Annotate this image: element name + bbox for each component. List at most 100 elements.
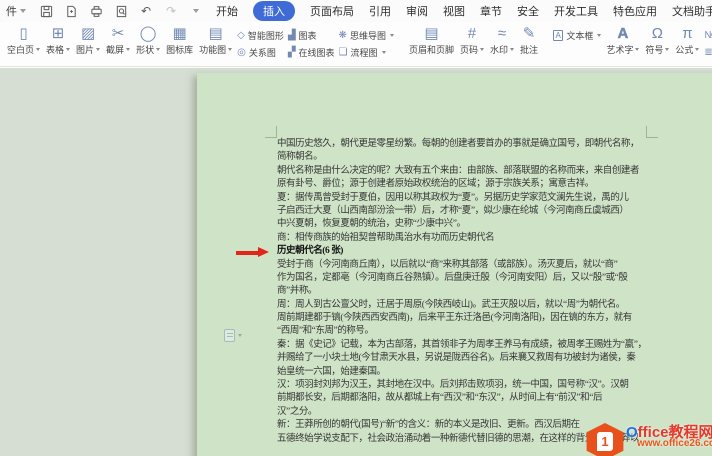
tab-security[interactable]: 安全 xyxy=(517,3,539,19)
tab-home[interactable]: 开始 xyxy=(216,3,238,19)
doc-line[interactable]: “西周”和“东周”的称号。 xyxy=(277,325,653,338)
formula-label: 公式 xyxy=(675,43,693,56)
flowchart-button[interactable]: ❏ 流程图 xyxy=(337,45,396,59)
icon-library-button[interactable]: ▦ 图标库 xyxy=(163,24,196,63)
chevron-down-icon xyxy=(126,48,130,51)
undo-button[interactable]: ↶ xyxy=(138,3,154,19)
shapes-icon: ◯ xyxy=(140,25,157,43)
shapes-button[interactable]: ◯ 形状 xyxy=(133,24,163,63)
watermark-icon: ≈ xyxy=(498,25,506,43)
tab-developer[interactable]: 开发工具 xyxy=(554,3,598,19)
print-preview-button[interactable] xyxy=(113,3,129,19)
tab-references[interactable]: 引用 xyxy=(369,3,391,19)
redo-icon: ↷ xyxy=(166,5,176,17)
chart-button[interactable]: ▟ 图表 xyxy=(286,28,337,42)
doc-line[interactable]: 前期都长安，后期都洛阳，故从都城上有“西汉”和“东汉”，从时间上有“前汉”和“后 xyxy=(277,392,653,405)
doc-line[interactable]: 受封于商（今河南商丘南），以后就以“商”来称其部落（或部族）。汤灭夏后，就以“商… xyxy=(277,259,653,272)
function-diagram-button[interactable]: ▤ 功能图 xyxy=(196,24,235,63)
file-menu[interactable]: 件 xyxy=(2,3,30,19)
symbol-button[interactable]: Ω 符号 xyxy=(642,24,672,63)
doc-line[interactable]: 朝代名称是由什么决定的呢？大致有五个来由：由部族、部落联盟的名称而来，来自创建者 xyxy=(277,165,653,178)
formula-icon: π xyxy=(682,25,692,43)
chevron-down-icon xyxy=(480,48,484,51)
quickbar-more-button[interactable] xyxy=(188,3,204,19)
tab-special-features[interactable]: 特色应用 xyxy=(613,3,657,19)
page-number-label: 页码 xyxy=(460,43,478,56)
watermark-label: 水印 xyxy=(490,43,508,56)
tab-view[interactable]: 视图 xyxy=(443,3,465,19)
doc-line[interactable]: 并赐给了一小块土地(今甘肃天水县，另说是陇西谷名)。后来襄又救周有功被封为诸侯，… xyxy=(277,352,653,365)
insert-number-button[interactable]: № 插入数字 xyxy=(702,28,712,42)
doc-line[interactable]: 汉”之分。 xyxy=(277,406,653,419)
doc-line[interactable]: 简称朝名。 xyxy=(277,151,653,164)
textbox-label: 文本框 xyxy=(566,29,593,42)
chart-label: 图表 xyxy=(299,29,317,42)
export-button[interactable] xyxy=(63,3,79,19)
doc-line[interactable]: 周：周人到古公亶父时，迁居于周原(今陕西岐山)。武王灭殷以后，就以“周”为朝代名… xyxy=(277,299,653,312)
relation-diagram-button[interactable]: ◎ 关系图 xyxy=(235,45,286,59)
relation-diagram-label: 关系图 xyxy=(249,46,276,59)
page-number-button[interactable]: # 页码 xyxy=(457,24,487,63)
doc-line[interactable]: 商：相传商族的始祖契曾帮助禹治水有功而历史朝代名 xyxy=(277,232,653,245)
textbox-button[interactable]: A 文本框 xyxy=(551,28,603,42)
tab-review[interactable]: 审阅 xyxy=(406,3,428,19)
menu-tab-bar: 开始 插入 页面布局 引用 审阅 视图 章节 安全 开发工具 特色应用 文档助手… xyxy=(216,1,712,21)
export-icon xyxy=(65,5,78,18)
doc-line[interactable]: 原有卦号、爵位；源于创建者原始政权统治的区域；源于宗族关系；寓意吉祥。 xyxy=(277,178,653,191)
screenshot-label: 截屏 xyxy=(106,43,124,56)
doc-line[interactable]: 始皇统一六国，始建秦国。 xyxy=(277,366,653,379)
doc-line[interactable]: 商”并称。 xyxy=(277,285,653,298)
watermark-url: www.office26.com xyxy=(637,438,712,449)
doc-line[interactable]: 秦：据《史记》记载，本为古部落，其首领非子为周孝王养马有成绩，被周孝王赐姓为“嬴… xyxy=(277,339,653,352)
tab-insert[interactable]: 插入 xyxy=(253,1,295,21)
flowchart-label: 流程图 xyxy=(351,46,378,59)
chart-icon: ▟ xyxy=(288,30,296,41)
doc-heading-line[interactable]: 历史朝代名(6 张) xyxy=(277,245,653,258)
picture-icon: ▨ xyxy=(81,25,95,43)
chevron-down-icon xyxy=(382,51,386,54)
blank-page-button[interactable]: ▯ 空白页 xyxy=(4,24,43,63)
chevron-down-icon xyxy=(635,48,639,51)
redo-button[interactable]: ↷ xyxy=(163,3,179,19)
blank-page-label: 空白页 xyxy=(7,43,34,56)
picture-button[interactable]: ▨ 图片 xyxy=(73,24,103,63)
doc-line[interactable]: 汉：项羽封刘邦为汉王，其封地在汉中。后刘邦击败项羽，统一中国，国号称“汉”。汉朝 xyxy=(277,379,653,392)
document-text[interactable]: 中国历史悠久，朝代更是零星纷繁。每朝的创建者要首办的事就是确立国号，即朝代名称，… xyxy=(277,138,653,446)
insert-ribbon: ▯ 空白页 ⊞ 表格 ▨ 图片 ✂ 截屏 ◯ 形状 ▦ 图标库 ▤ 功能图 ◇ … xyxy=(0,22,712,67)
doc-line[interactable]: 子启西迁大夏（山西南部汾浍一带）后，才称“夏”，姒少康在纶城（今河南商丘虞城西） xyxy=(277,205,653,218)
doc-line[interactable]: 周前期建都于镐(今陕西西安西南)，后来平王东迁洛邑(今河南洛阳)，因在镐的东方，… xyxy=(277,312,653,325)
blank-page-icon: ▯ xyxy=(19,25,27,43)
comment-button[interactable]: ✎ 批注 xyxy=(517,24,541,63)
tab-page-layout[interactable]: 页面布局 xyxy=(310,3,354,19)
watermark-button[interactable]: ≈ 水印 xyxy=(487,24,517,63)
quick-access-toolbar: ↶ ↷ xyxy=(38,3,204,19)
print-button[interactable] xyxy=(88,3,104,19)
tab-section[interactable]: 章节 xyxy=(480,3,502,19)
online-chart-button[interactable]: ▞ 在线图表 xyxy=(286,45,337,59)
tab-document-assistant[interactable]: 文档助手 xyxy=(672,3,712,19)
doc-line[interactable]: 作为国名，定都亳（今河南商丘谷熟镇）。后盘庚迁殷（今河南安阳）后，又以“殷”或“… xyxy=(277,272,653,285)
chevron-down-icon xyxy=(695,48,699,51)
symbol-icon: Ω xyxy=(652,25,663,43)
wordart-button[interactable]: A 艺术字 xyxy=(603,24,642,63)
doc-line[interactable]: 中国历史悠久，朝代更是零星纷繁。每朝的创建者要首办的事就是确立国号，即朝代名称， xyxy=(277,138,653,151)
chevron-down-icon xyxy=(597,34,601,37)
comment-icon: ✎ xyxy=(523,25,536,43)
clipboard-icon xyxy=(224,329,235,342)
drop-cap-button[interactable]: ≣ 首字下沉 xyxy=(702,45,712,59)
table-icon: ⊞ xyxy=(52,25,65,43)
screenshot-button[interactable]: ✂ 截屏 xyxy=(103,24,133,63)
doc-line[interactable]: 夏：据传禹曾受封于夏伯，因用以称其政权为“夏”。另据历史学家范文澜先生说，禹的儿 xyxy=(277,192,653,205)
smart-graphic-button[interactable]: ◇ 智能图形 xyxy=(235,28,286,42)
formula-button[interactable]: π 公式 xyxy=(672,24,702,63)
function-diagram-label: 功能图 xyxy=(199,43,226,56)
paste-options-button[interactable] xyxy=(224,328,246,343)
doc-line[interactable]: 中兴夏朝，恢复夏朝的统治，史称“少康中兴”。 xyxy=(277,218,653,231)
save-button[interactable] xyxy=(38,3,54,19)
mindmap-button[interactable]: ❋ 思维导图 xyxy=(337,28,396,42)
page-number-icon: # xyxy=(468,25,476,43)
header-footer-button[interactable]: ▤ 页眉和页脚 xyxy=(406,24,457,63)
wordart-label: 艺术字 xyxy=(606,43,633,56)
header-footer-label: 页眉和页脚 xyxy=(409,43,454,56)
table-button[interactable]: ⊞ 表格 xyxy=(43,24,73,63)
